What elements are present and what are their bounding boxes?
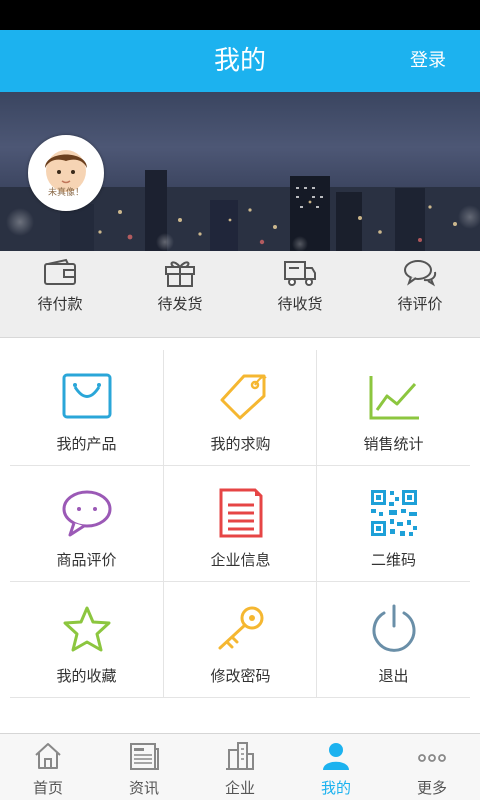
grid-label: 退出 <box>378 667 409 685</box>
my-purchase-requests[interactable]: 我的求购 <box>164 350 317 466</box>
grid-divider <box>10 697 470 698</box>
more-dots-icon <box>418 754 446 762</box>
qr-code[interactable]: 二维码 <box>317 466 470 582</box>
buildings-icon <box>226 742 254 770</box>
avatar[interactable]: 未真像！ <box>28 135 104 211</box>
wallet-icon <box>44 258 76 285</box>
company-info[interactable]: 企业信息 <box>164 466 317 582</box>
tag-icon <box>220 374 267 420</box>
line-chart-icon <box>369 376 419 420</box>
tab-label: 资讯 <box>128 779 159 797</box>
grid-divider <box>10 581 470 582</box>
truck-icon <box>284 261 316 286</box>
page-title: 我的 <box>213 46 266 76</box>
grid-label: 我的产品 <box>56 435 117 453</box>
title-bar: 我的 登录 <box>0 30 480 92</box>
grid-label: 企业信息 <box>210 551 271 569</box>
grid-label: 二维码 <box>370 551 416 569</box>
sales-statistics[interactable]: 销售统计 <box>317 350 470 466</box>
newspaper-icon <box>130 743 159 770</box>
tab-enterprise[interactable]: 企业 <box>192 734 288 800</box>
order-label: 待收货 <box>277 295 323 313</box>
status-bar <box>0 0 480 30</box>
gift-icon <box>165 261 195 287</box>
tab-label: 我的 <box>320 779 351 797</box>
avatar-hint: 未真像！ <box>47 188 84 198</box>
grid-divider <box>316 350 317 698</box>
grid-divider <box>10 465 470 466</box>
order-status-bar: 待付款 待发货 待收货 待评价 <box>0 251 480 338</box>
power-icon <box>372 604 415 652</box>
user-icon <box>323 743 349 770</box>
grid-label: 销售统计 <box>363 435 424 453</box>
tab-home[interactable]: 首页 <box>0 734 96 800</box>
tab-mine[interactable]: 我的 <box>288 734 384 800</box>
my-favorites[interactable]: 我的收藏 <box>10 582 163 698</box>
home-icon <box>35 743 61 769</box>
order-label: 待付款 <box>37 295 83 313</box>
tab-more[interactable]: 更多 <box>384 734 480 800</box>
order-label: 待评价 <box>397 295 443 313</box>
document-icon <box>219 488 262 538</box>
grid-label: 我的收藏 <box>56 667 117 685</box>
star-icon <box>63 606 110 652</box>
tab-news[interactable]: 资讯 <box>96 734 192 800</box>
key-icon <box>218 606 263 650</box>
order-pending-receipt[interactable]: 待收货 <box>240 251 360 338</box>
bottom-tab-bar: 首页 资讯 企业 我的 更多 <box>0 733 480 800</box>
function-grid: 我的产品 我的求购 销售统计 商品评价 企业信息 二维码 我的收藏 修改密码 退… <box>10 350 470 698</box>
grid-label: 修改密码 <box>210 667 271 685</box>
order-pending-shipment[interactable]: 待发货 <box>120 251 240 338</box>
grid-label: 商品评价 <box>56 551 117 569</box>
my-products[interactable]: 我的产品 <box>10 350 163 466</box>
grid-divider <box>163 350 164 698</box>
logout[interactable]: 退出 <box>317 582 470 698</box>
tab-label: 更多 <box>416 779 447 797</box>
order-pending-review[interactable]: 待评价 <box>360 251 480 338</box>
shopping-bag-icon <box>62 373 111 419</box>
login-button[interactable]: 登录 <box>410 30 446 92</box>
tab-label: 企业 <box>224 779 255 797</box>
tab-label: 首页 <box>32 779 63 797</box>
order-pending-payment[interactable]: 待付款 <box>0 251 120 338</box>
change-password[interactable]: 修改密码 <box>164 582 317 698</box>
qr-code-icon <box>370 490 417 536</box>
order-label: 待发货 <box>157 295 203 313</box>
speech-bubble-icon <box>62 490 111 537</box>
product-reviews[interactable]: 商品评价 <box>10 466 163 582</box>
grid-label: 我的求购 <box>210 435 271 453</box>
chat-bubbles-icon <box>404 260 437 287</box>
